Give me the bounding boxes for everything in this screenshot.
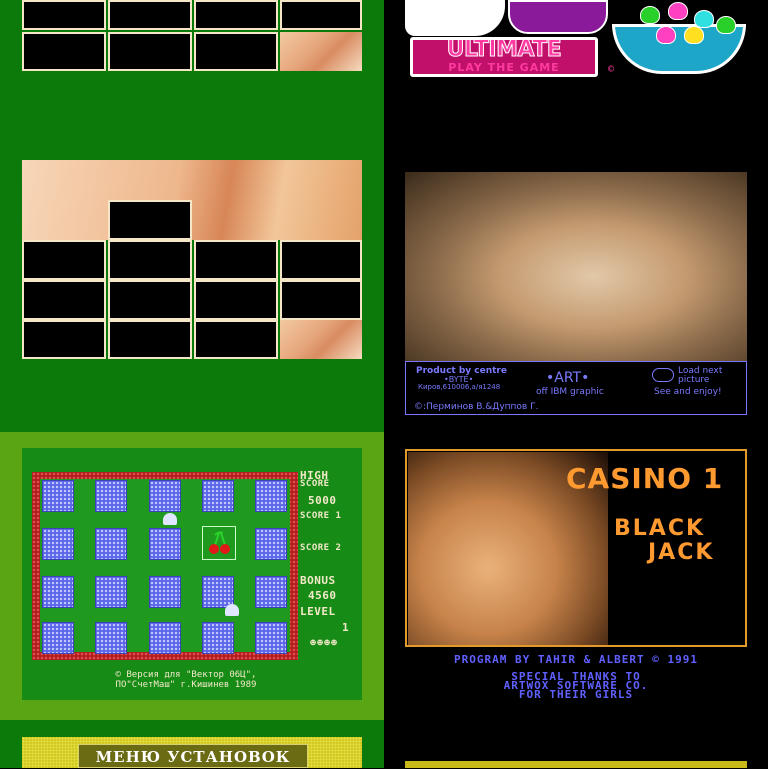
hidden-card: [108, 280, 192, 320]
board-card[interactable]: [149, 576, 181, 608]
hidden-card: [108, 320, 192, 359]
board-card[interactable]: [149, 480, 181, 512]
hidden-card: [108, 200, 192, 240]
ghost-icon: [163, 513, 177, 525]
thanks-line-3: FOR THEIR GIRLS: [518, 688, 634, 701]
blob-icon: [656, 26, 676, 44]
board-card[interactable]: [95, 528, 127, 560]
next-screen-edge: [405, 761, 747, 768]
cherry-card[interactable]: [202, 526, 236, 560]
board-card[interactable]: [149, 528, 181, 560]
board-card[interactable]: [202, 576, 234, 608]
board-card[interactable]: [202, 480, 234, 512]
hidden-card: [108, 240, 192, 280]
hidden-card: [108, 0, 192, 30]
ultimate-copyright: ©: [608, 64, 615, 75]
blob-icon: [716, 16, 736, 34]
hidden-card: [22, 0, 106, 30]
hidden-card: [194, 280, 278, 320]
hidden-card: [22, 280, 106, 320]
blob-icon: [640, 6, 660, 24]
score-label: SCORE: [300, 479, 330, 489]
authors-line: ©:Перминов В.&Дуппов Г.: [414, 402, 539, 412]
disk-icon: [652, 368, 674, 382]
hidden-card: [280, 0, 362, 30]
score1-label: SCORE 1: [300, 511, 342, 521]
board-card[interactable]: [255, 622, 287, 654]
credit-line-1: © Версия для "Вектор 06Ц",: [115, 670, 257, 680]
ghost-icon: [225, 604, 239, 616]
ultimate-title: ULTIMATE: [446, 37, 562, 62]
hidden-card: [194, 320, 278, 359]
cherry-icon: [209, 531, 230, 554]
load-line-3: See and enjoy!: [654, 387, 722, 397]
high-score-value: 5000: [308, 494, 337, 507]
bonus-value: 4560: [308, 589, 337, 602]
revealed-photo-piece: [280, 32, 362, 71]
memory-screen-top: [0, 0, 384, 432]
hidden-card: [22, 240, 106, 280]
cartoon-character: [405, 0, 505, 36]
board-card[interactable]: [42, 528, 74, 560]
art-picture: [405, 172, 747, 362]
board-card[interactable]: [42, 480, 74, 512]
bonus-label: BONUS: [300, 574, 336, 587]
program-credit: PROGRAM BY TAHIR & ALBERT © 1991: [454, 653, 698, 666]
ultimate-subtitle: PLAY THE GAME: [448, 61, 560, 74]
menu-title: МЕНЮ УСТАНОВОК: [78, 744, 308, 768]
cauldron-graphic: [508, 0, 608, 34]
board-card[interactable]: [42, 576, 74, 608]
board-card[interactable]: [149, 622, 181, 654]
hidden-card: [194, 32, 278, 71]
blob-icon: [668, 2, 688, 20]
blob-icon: [684, 26, 704, 44]
hidden-card: [108, 32, 192, 71]
lives-icon: ☻☻☻☻: [310, 638, 339, 649]
art-title: •ART•: [546, 370, 590, 386]
board-card[interactable]: [255, 528, 287, 560]
casino-game-line-1: BLACK: [614, 516, 706, 541]
load-line-2: picture: [678, 375, 710, 385]
casino-game-line-2: JACK: [648, 540, 715, 565]
product-line-3: Киров,610006,а/я1248: [418, 383, 501, 391]
art-subtitle: off IBM graphic: [536, 387, 604, 397]
board-card[interactable]: [95, 576, 127, 608]
score2-label: SCORE 2: [300, 543, 342, 553]
hidden-card: [280, 280, 362, 320]
board-card[interactable]: [95, 622, 127, 654]
board-card[interactable]: [255, 576, 287, 608]
board-card[interactable]: [95, 480, 127, 512]
casino-title: CASINO 1: [566, 462, 724, 495]
blob-icon: [694, 10, 714, 28]
level-value: 1: [342, 621, 350, 634]
board-card[interactable]: [202, 622, 234, 654]
hidden-card: [22, 32, 106, 71]
revealed-photo-piece: [280, 320, 362, 359]
hidden-card: [22, 320, 106, 359]
board-card[interactable]: [255, 480, 287, 512]
credit-line-2: ПО"СчетМаш" г.Кишинев 1989: [115, 680, 257, 690]
level-label: LEVEL: [300, 605, 336, 618]
revealed-photo: [22, 160, 362, 240]
hidden-card: [194, 0, 278, 30]
hidden-card: [194, 240, 278, 280]
board-card[interactable]: [42, 622, 74, 654]
hidden-card: [280, 240, 362, 280]
